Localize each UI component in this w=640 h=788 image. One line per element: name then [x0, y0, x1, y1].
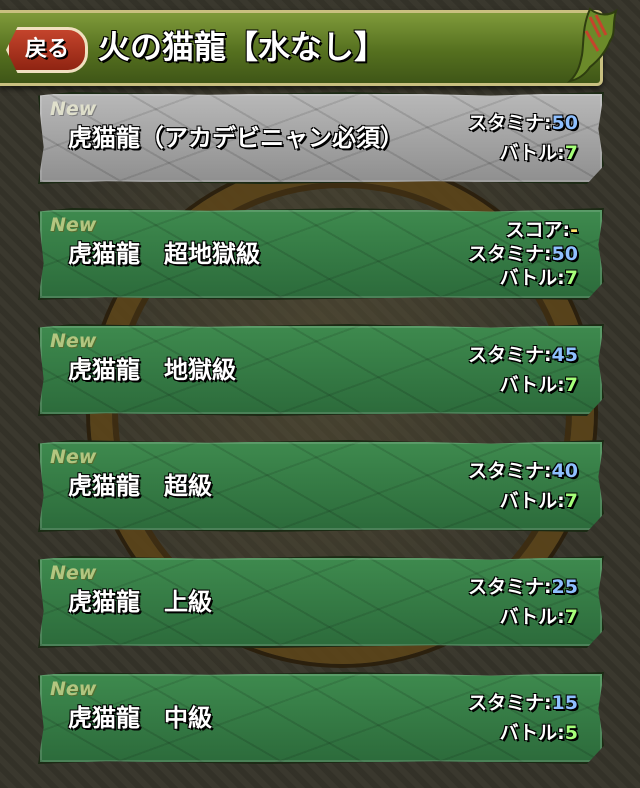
stamina-stat: スタミナ:25 [468, 575, 578, 599]
dungeon-row[interactable]: New 虎猫龍 超級 スタミナ:40 バトル:7 [38, 440, 604, 532]
dungeon-name: 虎猫龍 上級 [68, 588, 212, 616]
stamina-label: スタミナ: [467, 576, 552, 598]
battle-stat: バトル:7 [500, 141, 578, 165]
stamina-stat: スタミナ:50 [468, 111, 578, 135]
battle-value: 7 [564, 374, 578, 396]
battle-stat: バトル:7 [500, 605, 578, 629]
stamina-value: 40 [551, 460, 578, 482]
back-button[interactable]: 戻る [6, 27, 88, 73]
dungeon-stats: スタミナ:15 バトル:5 [468, 674, 578, 762]
dungeon-name: 虎猫龍 超級 [68, 472, 212, 500]
score-stat: スコア:- [506, 218, 579, 242]
score-label: スコア: [505, 219, 571, 241]
dungeon-row[interactable]: New 虎猫龍（アカデビニャン必須） スタミナ:50 バトル:7 [38, 92, 604, 184]
dungeon-stats: スコア:- スタミナ:50 バトル:7 [468, 210, 578, 298]
dungeon-row[interactable]: New 虎猫龍 中級 スタミナ:15 バトル:5 [38, 672, 604, 764]
battle-value: 7 [564, 267, 578, 289]
stamina-stat: スタミナ:50 [468, 242, 578, 266]
score-value: - [570, 219, 578, 241]
dungeon-name: 虎猫龍 中級 [68, 704, 212, 732]
battle-stat: バトル:7 [500, 489, 578, 513]
dungeon-name: 虎猫龍（アカデビニャン必須） [68, 124, 404, 152]
stamina-value: 15 [551, 692, 578, 714]
dungeon-name: 虎猫龍 地獄級 [68, 356, 236, 384]
stamina-label: スタミナ: [467, 112, 552, 134]
dungeon-stats: スタミナ:50 バトル:7 [468, 94, 578, 182]
battle-value: 7 [564, 142, 578, 164]
stamina-label: スタミナ: [467, 243, 552, 265]
stamina-stat: スタミナ:40 [468, 459, 578, 483]
dungeon-row[interactable]: New 虎猫龍 上級 スタミナ:25 バトル:7 [38, 556, 604, 648]
battle-stat: バトル:7 [500, 266, 578, 290]
stamina-value: 45 [551, 344, 578, 366]
battle-label: バトル: [499, 606, 565, 628]
battle-value: 7 [564, 606, 578, 628]
dungeon-stats: スタミナ:45 バトル:7 [468, 326, 578, 414]
battle-value: 5 [564, 722, 578, 744]
dragon-wing-icon [566, 7, 618, 83]
dungeon-row[interactable]: New 虎猫龍 地獄級 スタミナ:45 バトル:7 [38, 324, 604, 416]
battle-stat: バトル:5 [500, 721, 578, 745]
stamina-stat: スタミナ:15 [468, 691, 578, 715]
battle-label: バトル: [499, 722, 565, 744]
page-title: 火の猫龍【水なし】 [98, 28, 387, 66]
battle-label: バトル: [499, 267, 565, 289]
stamina-value: 50 [551, 112, 578, 134]
battle-label: バトル: [499, 374, 565, 396]
battle-label: バトル: [499, 142, 565, 164]
stamina-stat: スタミナ:45 [468, 343, 578, 367]
title-bar: 戻る 火の猫龍【水なし】 [0, 7, 618, 86]
stamina-label: スタミナ: [467, 692, 552, 714]
dungeon-row[interactable]: New 虎猫龍 超地獄級 スコア:- スタミナ:50 バトル:7 [38, 208, 604, 300]
stamina-label: スタミナ: [467, 344, 552, 366]
stamina-value: 25 [551, 576, 578, 598]
dungeon-stats: スタミナ:40 バトル:7 [468, 442, 578, 530]
battle-stat: バトル:7 [500, 373, 578, 397]
stamina-value: 50 [551, 243, 578, 265]
battle-label: バトル: [499, 490, 565, 512]
battle-value: 7 [564, 490, 578, 512]
dungeon-name: 虎猫龍 超地獄級 [68, 240, 260, 268]
dungeon-stats: スタミナ:25 バトル:7 [468, 558, 578, 646]
stamina-label: スタミナ: [467, 460, 552, 482]
